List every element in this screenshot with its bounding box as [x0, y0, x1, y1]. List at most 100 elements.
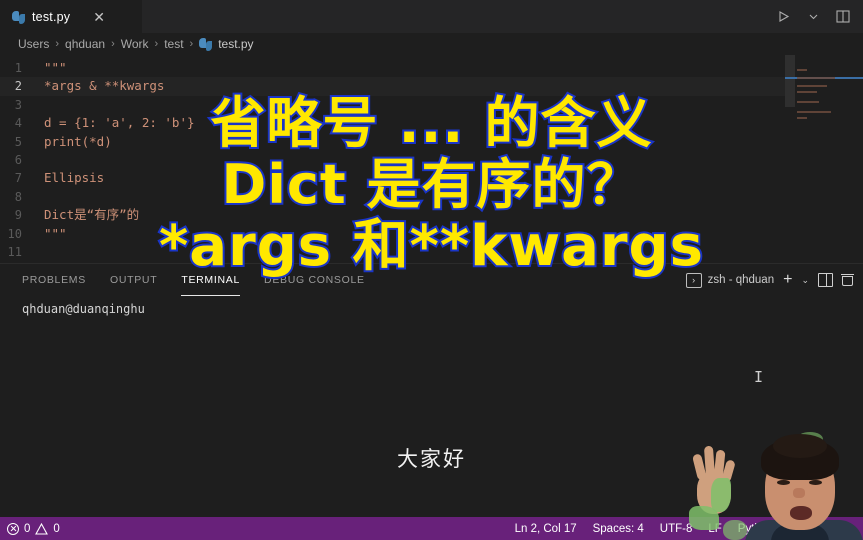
- indentation[interactable]: Spaces: 4: [593, 523, 644, 535]
- minimap-line: [797, 85, 827, 87]
- code-lines[interactable]: 1 """ 2 *args & **kwargs 3 4 d = {1: 'a', 2: …: [0, 59, 790, 261]
- minimap-line: [797, 101, 819, 103]
- presenter-eyebrow: [775, 473, 791, 476]
- code-line[interactable]: 4 d = {1: 'a', 2: 'b'}: [0, 114, 790, 132]
- breadcrumb-separator: ›: [154, 38, 159, 50]
- breadcrumb-item-file[interactable]: test.py: [218, 37, 253, 51]
- speech-caption: 大家好: [397, 447, 466, 471]
- split-editor-button[interactable]: [833, 7, 853, 27]
- play-icon: [778, 11, 789, 22]
- close-icon[interactable]: ✕: [93, 10, 105, 24]
- presenter-nose: [793, 488, 805, 498]
- code-line[interactable]: 11: [0, 243, 790, 261]
- code-text: d = {1: 'a', 2: 'b'}: [44, 115, 195, 131]
- minimap-line: [797, 91, 817, 93]
- line-number: 6: [14, 152, 22, 167]
- split-editor-icon: [836, 10, 850, 23]
- presenter-mouth: [790, 506, 812, 520]
- minimap-line: [797, 111, 831, 113]
- run-button[interactable]: [773, 7, 793, 27]
- terminal-selector-label: zsh - qhduan: [707, 274, 775, 286]
- code-editor[interactable]: 1 """ 2 *args & **kwargs 3 4 d = {1: 'a', 2: …: [0, 55, 863, 263]
- code-text: """: [44, 225, 67, 241]
- minimap-line: [797, 69, 807, 71]
- breadcrumb-separator: ›: [111, 38, 115, 50]
- python-file-icon: [199, 37, 213, 51]
- panel-tab-list: PROBLEMS OUTPUT TERMINAL DEBUG CONSOLE: [22, 264, 365, 296]
- code-line[interactable]: 8: [0, 188, 790, 206]
- editor-tab-bar: test.py ✕: [0, 0, 863, 33]
- chroma-key-artifact: [689, 506, 719, 530]
- editor-toolbar: [773, 0, 863, 33]
- line-number: 9: [14, 208, 22, 223]
- code-line[interactable]: 3: [0, 96, 790, 114]
- line-number: 1: [14, 61, 22, 75]
- breadcrumb-item-test[interactable]: test: [164, 37, 183, 51]
- code-line[interactable]: 10 """: [0, 225, 790, 243]
- minimap-slider[interactable]: [785, 55, 795, 107]
- run-dropdown-button[interactable]: [803, 7, 823, 27]
- error-count[interactable]: 0: [24, 523, 30, 535]
- python-file-icon: [12, 10, 25, 24]
- panel-header: PROBLEMS OUTPUT TERMINAL DEBUG CONSOLE › zs…: [0, 264, 863, 296]
- code-line[interactable]: 5 print(*d): [0, 133, 790, 151]
- editor-tab-label: test.py: [32, 10, 71, 24]
- code-text: Dict是“有序”的: [44, 207, 140, 223]
- error-icon[interactable]: [7, 522, 19, 535]
- minimap[interactable]: [785, 55, 863, 263]
- line-number: 10: [7, 226, 22, 241]
- new-terminal-button[interactable]: +: [783, 272, 792, 288]
- line-number: 5: [14, 134, 22, 149]
- line-number: 4: [14, 116, 22, 131]
- panel-tab-terminal[interactable]: TERMINAL: [181, 264, 241, 296]
- editor-tab-test-py[interactable]: test.py ✕: [0, 0, 142, 33]
- cursor-position[interactable]: Ln 2, Col 17: [515, 523, 577, 535]
- presenter-eyebrow: [807, 473, 823, 476]
- code-line[interactable]: 1 """: [0, 59, 790, 77]
- warning-icon[interactable]: [35, 522, 49, 535]
- breadcrumb: Users › qhduan › Work › test › test.py: [0, 33, 863, 55]
- line-number: 11: [7, 244, 22, 259]
- code-text: """: [44, 60, 67, 75]
- code-line[interactable]: 2 *args & **kwargs: [0, 77, 790, 96]
- new-terminal-dropdown-icon[interactable]: ⌄: [801, 275, 809, 286]
- code-text: *args & **kwargs: [44, 78, 165, 94]
- split-terminal-icon[interactable]: [818, 273, 833, 287]
- chroma-key-artifact: [723, 520, 747, 540]
- code-line[interactable]: 6: [0, 151, 790, 169]
- breadcrumb-item-qhduan[interactable]: qhduan: [65, 37, 105, 51]
- line-number: 7: [14, 171, 22, 186]
- presenter-eye: [809, 480, 822, 485]
- panel-tab-output[interactable]: OUTPUT: [110, 264, 157, 296]
- panel-tab-debug-console[interactable]: DEBUG CONSOLE: [264, 264, 365, 296]
- breadcrumb-item-work[interactable]: Work: [121, 37, 149, 51]
- chevron-down-icon: [809, 14, 817, 20]
- terminal-output[interactable]: qhduan@duanqinghu: [0, 296, 863, 316]
- code-text: print(*d): [44, 133, 112, 149]
- text-cursor: I: [754, 368, 764, 386]
- code-text: Ellipsis: [44, 170, 105, 186]
- code-line[interactable]: 7 Ellipsis: [0, 169, 790, 187]
- webcam-overlay: [687, 420, 863, 540]
- kill-terminal-icon[interactable]: [841, 274, 854, 286]
- line-number: 2: [14, 79, 22, 94]
- minimap-line: [797, 117, 807, 119]
- warning-count[interactable]: 0: [53, 523, 59, 535]
- breadcrumb-item-users[interactable]: Users: [18, 37, 49, 51]
- panel-tab-problems[interactable]: PROBLEMS: [22, 264, 86, 296]
- status-bar-left: 0 0: [0, 522, 60, 535]
- line-number: 8: [14, 189, 22, 204]
- panel-actions: › zsh - qhduan + ⌄: [685, 272, 854, 288]
- terminal-selector[interactable]: › zsh - qhduan: [685, 272, 775, 288]
- chroma-key-artifact: [711, 478, 731, 512]
- code-line[interactable]: 9 Dict是“有序”的: [0, 206, 790, 224]
- minimap-line: [797, 77, 835, 79]
- vscode-screen-recording: test.py ✕ Users › qhduan › Work › test ›…: [0, 0, 863, 540]
- breadcrumb-separator: ›: [55, 38, 60, 50]
- breadcrumb-separator: ›: [189, 38, 194, 50]
- presenter-eye: [777, 480, 790, 485]
